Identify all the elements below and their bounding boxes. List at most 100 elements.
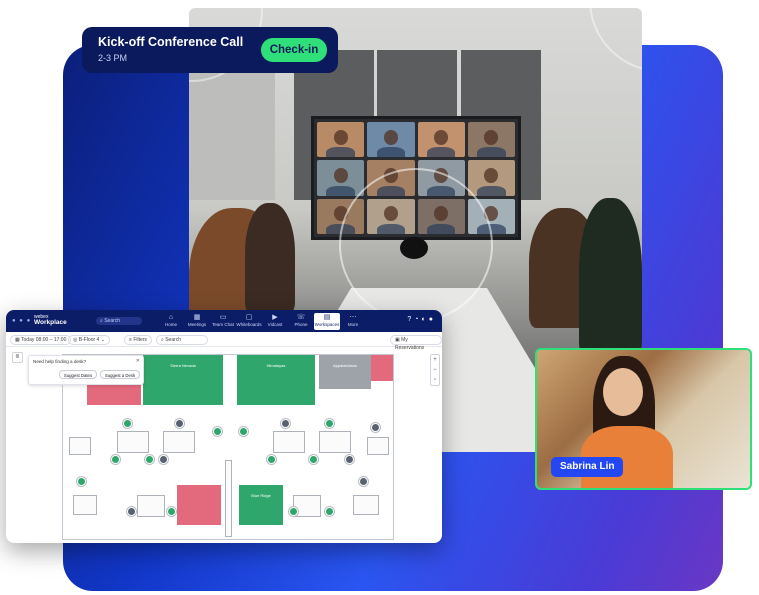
desk-pin-reserved[interactable] [159, 455, 168, 464]
layers-icon[interactable]: ≣ [12, 352, 23, 363]
zoom-controls[interactable]: + − ▫ [430, 354, 440, 386]
workplace-app-window: ● ● ● webex Workplace ⌕ Search ⌂ Home ▦ Me… [6, 310, 442, 543]
participant-name-tag: Sabrina Lin [551, 457, 624, 477]
room-sierra-nevada[interactable]: Sierra Nevada [143, 355, 223, 405]
nav-more[interactable]: ⋯ More [340, 313, 366, 330]
room-himalayas[interactable]: Himalayas [237, 355, 315, 405]
participant-video-tile[interactable]: Sabrina Lin [535, 348, 752, 490]
desk-pin-available[interactable] [77, 477, 86, 486]
bell-icon[interactable]: ◔ [414, 316, 421, 323]
desk-pin-available[interactable] [167, 507, 176, 516]
nav-label: Meetings [187, 322, 207, 327]
nav-meetings[interactable]: ▦ Meetings [184, 313, 210, 330]
desk-pin-available[interactable] [123, 419, 132, 428]
floor-search-placeholder: Search [165, 337, 182, 343]
room-label: Himalayas [266, 363, 286, 368]
filters-label: Filters [133, 337, 147, 343]
room-label: Appalachians [332, 363, 358, 368]
date-selector[interactable]: ▦ Today 08:00 – 17:00 [10, 335, 72, 345]
desk[interactable] [73, 495, 97, 515]
filters-button[interactable]: ≡ Filters [124, 335, 152, 345]
date-label: Today [21, 337, 35, 343]
hallway-wall [225, 460, 232, 537]
desk-cluster[interactable] [137, 495, 165, 517]
desk[interactable] [367, 437, 389, 455]
vidcast-icon: ▶ [272, 314, 278, 321]
avatar[interactable]: ● [429, 316, 436, 323]
room-blue-ridge[interactable]: Blue Ridge [239, 485, 283, 525]
close-icon[interactable]: ✕ [136, 358, 140, 364]
room-occupied[interactable] [177, 485, 221, 525]
participant-in-room [245, 203, 295, 313]
video-tile [467, 160, 515, 196]
video-tile [417, 122, 465, 158]
desk-pin-available[interactable] [213, 427, 222, 436]
time-range: 08:00 – 17:00 [35, 337, 67, 343]
zoom-in-icon[interactable]: + [431, 355, 439, 365]
desk-pin-available[interactable] [289, 507, 298, 516]
meeting-title: Kick-off Conference Call [98, 35, 244, 49]
desk-pin-reserved[interactable] [175, 419, 184, 428]
desk[interactable] [69, 437, 91, 455]
suggest-desk-button[interactable]: Suggest a Desk [100, 370, 140, 379]
my-reservations-label: My Reservations [395, 337, 425, 351]
nav-team-chat[interactable]: ▭ Team Chat [210, 313, 236, 330]
desk-cluster[interactable] [273, 431, 305, 453]
nav-workspaces[interactable]: ▤ Workspaces [314, 313, 340, 330]
nav-vidcast[interactable]: ▶ Vidcast [262, 313, 288, 330]
nav-whiteboards[interactable]: ▢ Whiteboards [236, 313, 262, 330]
participant-face [603, 368, 643, 416]
room-label: Sierra Nevada [170, 363, 196, 368]
desk-pin-available[interactable] [239, 427, 248, 436]
nav-label: Workspaces [314, 322, 340, 327]
nav-phone[interactable]: ☏ Phone [288, 313, 314, 330]
meeting-time: 2-3 PM [98, 53, 128, 63]
fit-icon[interactable]: ▫ [431, 375, 439, 385]
search-label: Search [104, 318, 121, 324]
desk-pin-available[interactable] [111, 455, 120, 464]
room-occupied[interactable] [371, 355, 393, 381]
whiteboard-icon: ▢ [245, 314, 253, 321]
desk-pin-available[interactable] [325, 507, 334, 516]
desk-pin-reserved[interactable] [359, 477, 368, 486]
desk-pin-reserved[interactable] [127, 507, 136, 516]
floor-selector[interactable]: ◎ B-Floor 4 ⌄ [68, 335, 110, 345]
floor-search-input[interactable]: ⌕ Search [156, 335, 208, 345]
desk-pin-reserved[interactable] [345, 455, 354, 464]
my-reservations-button[interactable]: ▣ My Reservations [390, 335, 442, 351]
desk-pin-available[interactable] [145, 455, 154, 464]
participant-in-room [579, 198, 642, 358]
app-search-input[interactable]: ⌕ Search [96, 317, 142, 325]
nav-home[interactable]: ⌂ Home [158, 313, 184, 330]
app-brand: webex Workplace [34, 314, 67, 326]
video-tile [467, 122, 515, 158]
nav-label: Team Chat [212, 322, 234, 327]
theme-icon[interactable]: ◐ [422, 316, 429, 323]
check-in-button[interactable]: Check-in [261, 38, 327, 62]
desk-cluster[interactable] [117, 431, 149, 453]
phone-icon: ☏ [296, 314, 306, 321]
calendar-icon: ▦ [193, 314, 201, 321]
nav-label: Vidcast [267, 322, 283, 327]
video-tile [367, 122, 415, 158]
window-controls-icon[interactable]: ● ● ● [12, 318, 31, 324]
app-top-bar: ● ● ● webex Workplace ⌕ Search ⌂ Home ▦ Me… [6, 310, 442, 332]
desk-pin-reserved[interactable] [281, 419, 290, 428]
desk-pin-available[interactable] [267, 455, 276, 464]
desk-cluster[interactable] [163, 431, 195, 453]
desk-pin-available[interactable] [309, 455, 318, 464]
zoom-out-icon[interactable]: − [431, 365, 439, 375]
suggest-dates-button[interactable]: Suggest Dates [59, 370, 97, 379]
desk-pin-reserved[interactable] [371, 423, 380, 432]
room-appalachians[interactable]: Appalachians [319, 355, 371, 389]
floorplan-toolbar: ▦ Today 08:00 – 17:00 ◎ B-Floor 4 ⌄ ≡ Fi… [6, 332, 442, 351]
video-tile [317, 160, 365, 196]
nav-label: More [347, 322, 359, 327]
video-tile [317, 122, 365, 158]
desk-cluster[interactable] [319, 431, 351, 453]
desk[interactable] [353, 495, 379, 515]
desk-suggestion-popup: Need help finding a desk? ✕ Suggest Date… [28, 355, 144, 385]
desk-pin-available[interactable] [325, 419, 334, 428]
nav-label: Phone [294, 322, 308, 327]
meeting-banner: Kick-off Conference Call 2-3 PM Check-in [82, 27, 338, 73]
